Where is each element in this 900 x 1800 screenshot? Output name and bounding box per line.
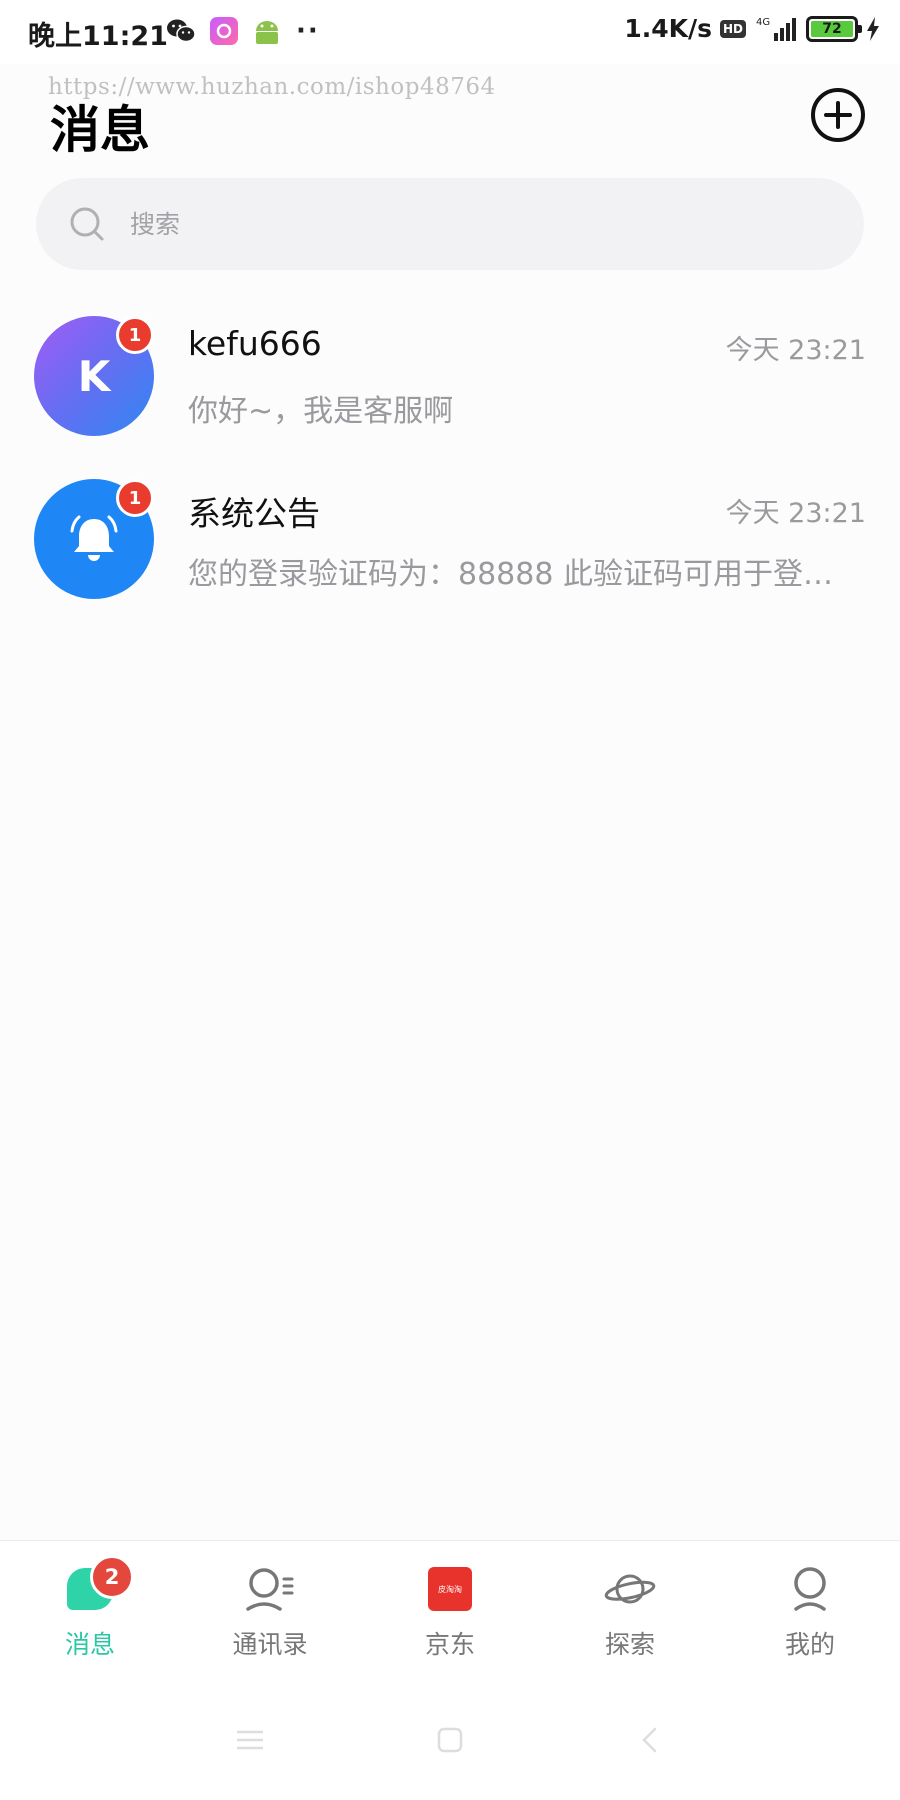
tab-label: 我的: [784, 1630, 835, 1659]
status-time: 晚上11:21: [28, 21, 168, 52]
home-icon[interactable]: [433, 1723, 467, 1757]
unread-badge: 1: [116, 479, 154, 517]
hd-icon: HD: [719, 19, 746, 38]
battery-level: 72: [811, 20, 853, 37]
network-speed: 1.4K/s: [624, 14, 712, 43]
conversation-preview: 你好~，我是客服啊: [188, 394, 454, 429]
battery-icon: 72: [806, 15, 862, 42]
bottom-tab-bar: 2 消息 通讯录 皮淘淘 京东 探索 我的: [0, 1540, 900, 1680]
conversation-item-system-notice[interactable]: 1 系统公告 今天 23:21 您的登录验证码为：88888 此验证码可用于登录…: [0, 463, 900, 626]
conversation-name: 系统公告: [188, 494, 320, 533]
back-icon[interactable]: [633, 1723, 667, 1757]
tab-profile[interactable]: 我的: [720, 1541, 900, 1680]
conversation-preview: 您的登录验证码为：88888 此验证码可用于登录或修改密码等，请勿泄露: [188, 557, 848, 592]
tab-badge: 2: [90, 1555, 134, 1599]
search-bar[interactable]: [36, 178, 864, 270]
system-navigation-bar: [0, 1680, 900, 1800]
contacts-icon: [244, 1563, 296, 1615]
conversation-name: kefu666: [188, 324, 322, 363]
avatar-letter: K: [77, 351, 111, 401]
tab-jd[interactable]: 皮淘淘 京东: [360, 1541, 540, 1680]
signal-label: 4G: [756, 17, 770, 28]
tab-messages[interactable]: 2 消息: [0, 1541, 180, 1680]
conversation-list: K 1 kefu666 今天 23:21 你好~，我是客服啊 1 系统公告 今天…: [0, 300, 900, 626]
search-input[interactable]: [130, 209, 730, 239]
tab-label: 消息: [64, 1630, 115, 1659]
conversation-item-kefu666[interactable]: K 1 kefu666 今天 23:21 你好~，我是客服啊: [0, 300, 900, 463]
notification-icons: ··: [166, 16, 320, 46]
signal-icon: 4G: [756, 17, 796, 41]
page-title: 消息: [50, 101, 150, 159]
add-button[interactable]: [811, 88, 865, 142]
status-bar: 晚上11:21 ·· 1.4K/s HD 4G 72: [0, 0, 900, 64]
menu-icon[interactable]: [233, 1723, 267, 1757]
app-notification-icon: [210, 17, 238, 45]
profile-icon: [784, 1563, 836, 1615]
charging-icon: [867, 16, 879, 41]
wechat-icon: [167, 19, 196, 43]
android-icon: [256, 21, 278, 44]
tab-label: 探索: [604, 1630, 655, 1659]
tab-contacts[interactable]: 通讯录: [180, 1541, 360, 1680]
planet-icon: [604, 1563, 656, 1615]
jd-icon: 皮淘淘: [424, 1563, 476, 1615]
tab-explore[interactable]: 探索: [540, 1541, 720, 1680]
bell-icon: [70, 515, 118, 561]
status-indicators: 1.4K/s HD 4G 72: [624, 14, 880, 43]
conversation-time: 今天 23:21: [725, 498, 866, 529]
search-icon: [70, 207, 104, 241]
tab-label: 通讯录: [232, 1630, 308, 1659]
plus-icon: [824, 101, 852, 129]
unread-badge: 1: [116, 316, 154, 354]
tab-label: 京东: [424, 1630, 475, 1659]
more-notifications-indicator: ··: [296, 16, 320, 46]
jd-icon-text: 皮淘淘: [428, 1567, 472, 1611]
conversation-time: 今天 23:21: [725, 335, 866, 366]
